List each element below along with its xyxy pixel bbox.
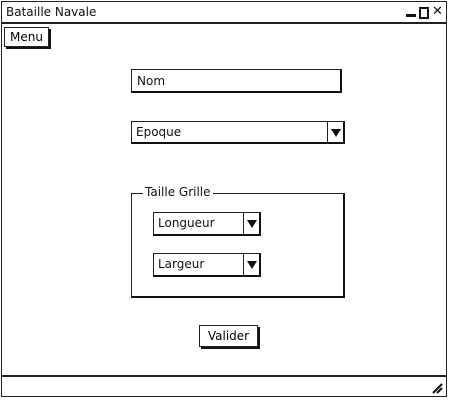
- menu-button[interactable]: Menu: [4, 27, 49, 47]
- chevron-down-icon[interactable]: [243, 213, 259, 234]
- longueur-select-value: Longueur: [158, 216, 215, 230]
- close-icon[interactable]: ✕: [432, 5, 443, 18]
- chevron-down-icon[interactable]: [243, 254, 259, 275]
- epoque-select-value: Epoque: [136, 125, 182, 139]
- status-bar: [2, 375, 446, 396]
- maximize-icon[interactable]: [419, 6, 429, 19]
- largeur-select[interactable]: Largeur: [153, 253, 261, 277]
- valider-button[interactable]: Valider: [199, 325, 258, 347]
- minimize-icon[interactable]: [406, 6, 416, 18]
- nom-input[interactable]: [131, 69, 342, 93]
- longueur-select[interactable]: Longueur: [153, 212, 261, 236]
- taille-grille-group: [131, 193, 345, 298]
- taille-grille-legend: Taille Grille: [143, 185, 213, 199]
- window-title: Bataille Navale: [6, 5, 97, 19]
- epoque-select[interactable]: Epoque: [131, 121, 345, 144]
- window-controls: ✕: [406, 5, 443, 19]
- chevron-down-icon[interactable]: [327, 122, 343, 142]
- resize-grip-icon[interactable]: [431, 382, 443, 394]
- largeur-select-value: Largeur: [158, 257, 205, 271]
- title-bar: Bataille Navale ✕: [2, 2, 446, 24]
